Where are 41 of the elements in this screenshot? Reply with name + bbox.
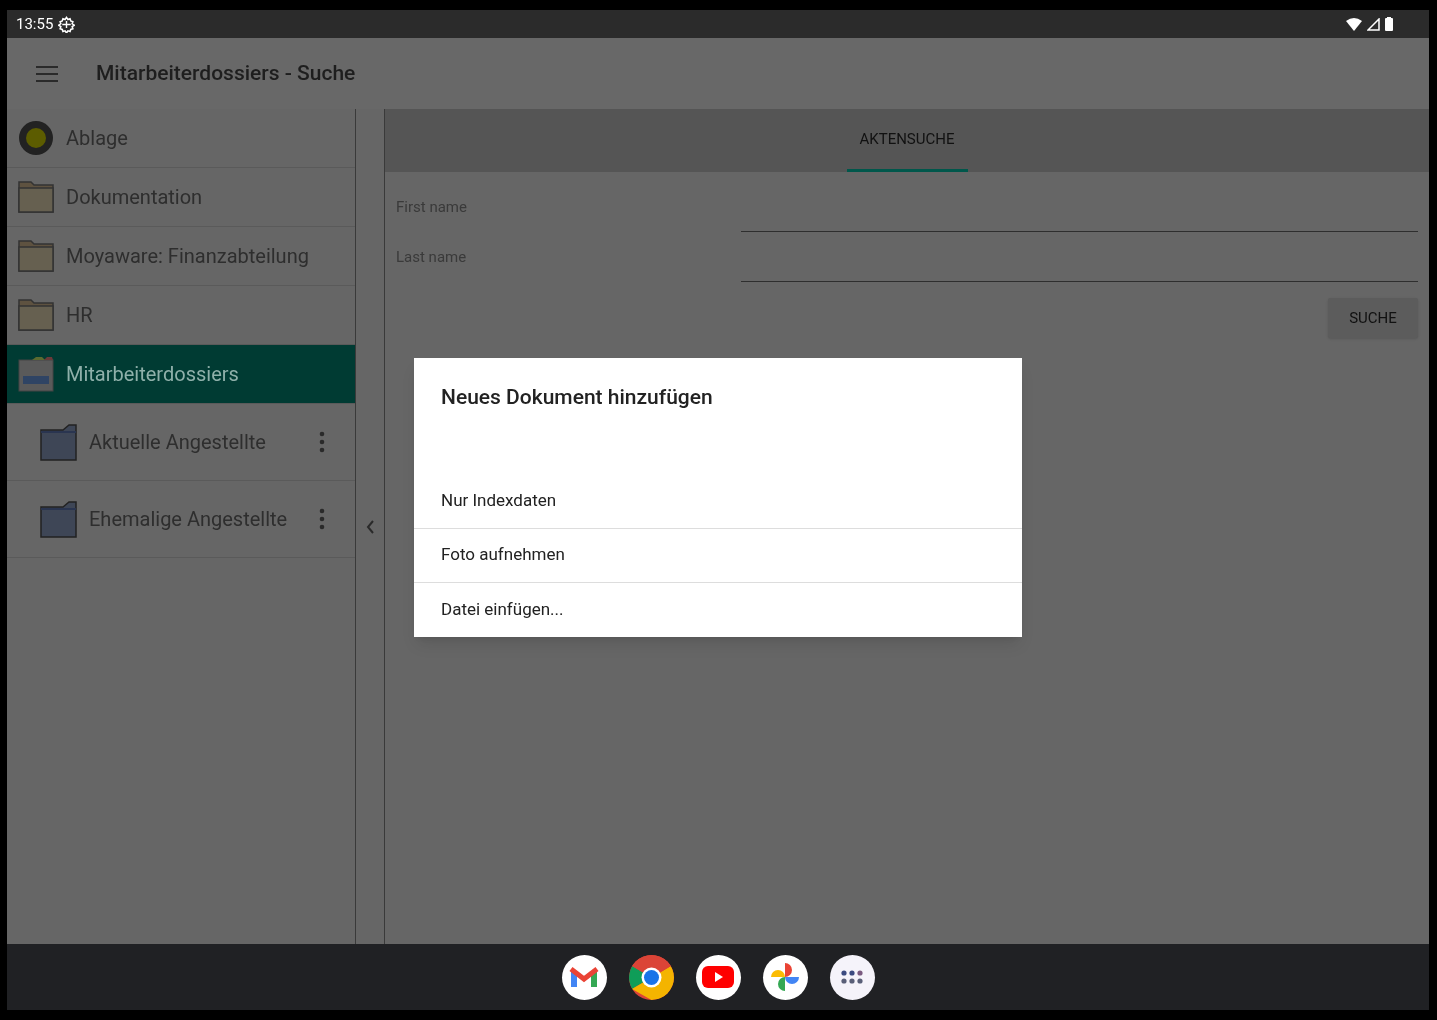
item-label: Ablage [66,125,129,152]
more-options-icon[interactable] [319,508,325,530]
item-label: Mitarbeiterdossiers [66,361,240,388]
dialog-option[interactable]: Nur Indexdaten [414,474,1022,529]
disc-icon [18,120,54,156]
browser-app-icon[interactable] [628,954,674,1000]
cabinet-icon [18,356,54,392]
dialog-option[interactable]: Foto aufnehmen [414,528,1022,583]
settings-icon [58,15,76,33]
tab[interactable]: AKTENSUCHE [846,109,968,172]
folder-icon [18,181,54,213]
clock: 13:55 [16,13,54,35]
item-label: HR [66,302,94,329]
menu-icon[interactable] [36,65,58,82]
item-label: Ehemalige Angestellte [89,506,289,533]
more-options-icon[interactable] [319,431,325,453]
item-label: Moyaware: Finanzabteilung [66,243,310,270]
app-drawer-icon[interactable] [829,954,875,1000]
app-title: Mitarbeiterdossiers - Suche [96,59,356,87]
video-app-icon[interactable] [695,954,741,1000]
search-button[interactable]: SUCHE [1328,298,1418,338]
sidebar-item[interactable]: Ehemalige Angestellte [7,481,355,558]
collapse-icon[interactable] [365,519,375,534]
battery-icon [1385,17,1393,31]
dialog-option[interactable]: Datei einfügen... [414,582,1022,637]
sidebar-item[interactable]: Ablage [7,109,355,168]
folder-icon [18,299,54,331]
sidebar-item[interactable]: Aktuelle Angestellte [7,404,355,481]
sidebar-item[interactable]: Dokumentation [7,168,355,227]
dialog-title: Neues Dokument hinzufügen [440,384,714,411]
signal-icon [1367,17,1380,31]
sidebar-item[interactable]: Moyaware: Finanzabteilung [7,227,355,286]
sidebar-item[interactable]: Mitarbeiterdossiers [7,345,355,404]
folder-icon [40,423,77,461]
folder-icon [40,500,77,538]
pinwheel-app-icon[interactable] [762,954,808,1000]
item-label: Dokumentation [66,184,204,211]
folder-icon [18,240,54,272]
item-label: Aktuelle Angestellte [89,429,267,456]
mail-app-icon[interactable] [561,954,607,1000]
wifi-icon [1346,17,1362,31]
